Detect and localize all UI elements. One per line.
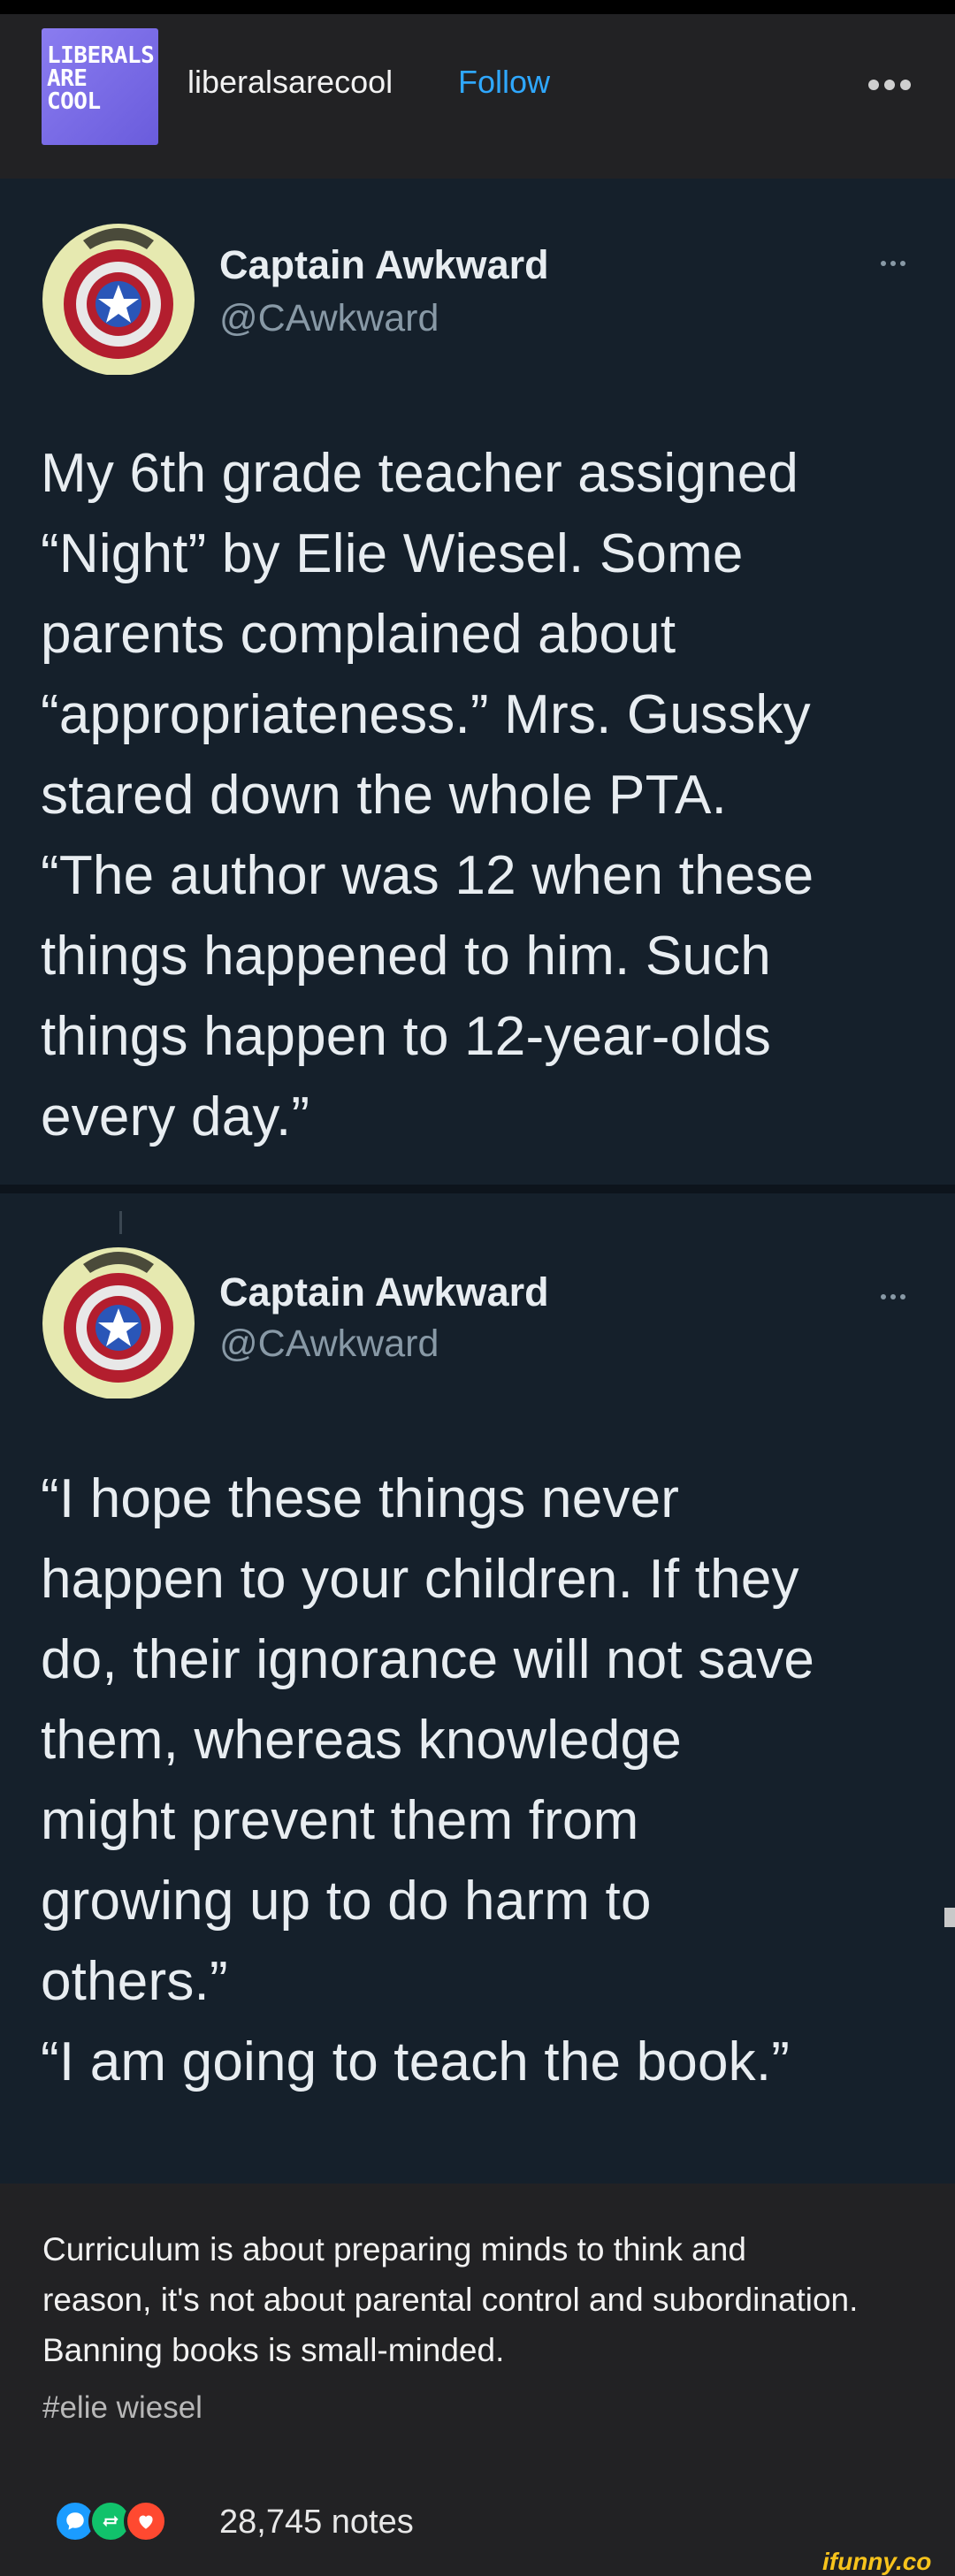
scrollbar-thumb[interactable]: [944, 1908, 955, 1927]
tweet-author-handle: @CAwkward: [219, 297, 439, 339]
ifunny-watermark: ifunny.co: [822, 2548, 932, 2575]
notes-count[interactable]: 28,745 notes: [219, 2504, 414, 2542]
divider: [0, 1185, 955, 1193]
captain-america-shield-avatar-icon: [42, 224, 195, 375]
avatar-text-line: ARE: [47, 65, 88, 92]
post-body: Curriculum is about preparing minds to t…: [0, 2184, 955, 2576]
heart-icon: [124, 2499, 168, 2543]
tweet-text: “I hope these things never happen to you…: [41, 1468, 815, 2092]
post-header: LIBERALS ARE COOL liberalsarecool Follow: [0, 14, 955, 179]
tweet-more-icon: [881, 261, 905, 266]
tweet-card: Captain Awkward @CAwkward My 6th grade t…: [0, 179, 955, 1185]
tweet-card: Captain Awkward @CAwkward “I hope these …: [0, 1193, 955, 2184]
avatar-text-line: COOL: [47, 88, 101, 115]
thread-connector: [119, 1211, 122, 1234]
blog-name-link[interactable]: liberalsarecool: [187, 64, 393, 101]
tweet-author-name: Captain Awkward: [219, 242, 549, 287]
tweet-text: My 6th grade teacher assigned “Night” by…: [41, 443, 814, 1147]
top-bar: [0, 0, 955, 14]
tweet-author-handle: @CAwkward: [219, 1322, 439, 1365]
tweet-author-name: Captain Awkward: [219, 1269, 549, 1315]
post-caption: Curriculum is about preparing minds to t…: [42, 2231, 859, 2368]
post-tag[interactable]: #elie wiesel: [42, 2390, 202, 2426]
blog-avatar[interactable]: LIBERALS ARE COOL: [42, 28, 158, 145]
more-options-icon[interactable]: [868, 80, 911, 90]
captain-america-shield-avatar-icon: [42, 1247, 195, 1399]
follow-button[interactable]: Follow: [458, 64, 550, 101]
tweet-more-icon: [881, 1294, 905, 1299]
notes-icons[interactable]: [53, 2499, 168, 2543]
avatar-text-line: LIBERALS: [47, 42, 155, 69]
